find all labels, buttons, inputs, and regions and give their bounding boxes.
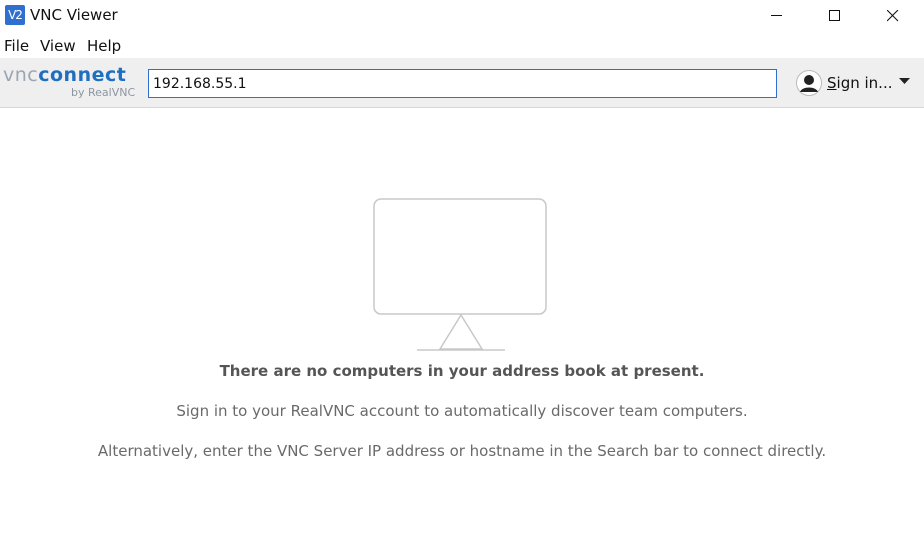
minimize-icon — [771, 15, 782, 16]
maximize-button[interactable] — [812, 0, 858, 32]
logo-connect-text: connect — [38, 64, 127, 86]
sign-in-label: Sign in... — [827, 74, 893, 92]
empty-state-search-hint: Alternatively, enter the VNC Server IP a… — [97, 442, 827, 460]
toolbar: vncconnect by RealVNC Sign in... — [0, 58, 924, 108]
menu-bar: File View Help — [0, 34, 924, 58]
maximize-icon — [829, 10, 840, 21]
close-icon — [887, 10, 899, 22]
window-title: VNC Viewer — [30, 6, 118, 24]
title-bar: V2 VNC Viewer — [0, 0, 924, 32]
minimize-button[interactable] — [754, 0, 800, 32]
menu-file[interactable]: File — [4, 37, 29, 55]
logo-byline: by RealVNC — [71, 86, 136, 99]
vnc-connect-logo: vncconnect by RealVNC — [3, 64, 137, 104]
search-input[interactable] — [148, 69, 777, 98]
menu-help[interactable]: Help — [87, 37, 121, 55]
empty-state-signin-hint: Sign in to your RealVNC account to autom… — [176, 402, 748, 420]
address-book-area: There are no computers in your address b… — [0, 109, 924, 548]
close-button[interactable] — [870, 0, 916, 32]
empty-state-title: There are no computers in your address b… — [219, 362, 705, 380]
user-avatar-icon — [796, 70, 822, 96]
sign-in-button[interactable]: Sign in... — [796, 70, 920, 96]
vnc-app-icon: V2 — [5, 5, 25, 25]
chevron-down-icon[interactable] — [899, 78, 910, 86]
logo-vnc-text: vnc — [3, 64, 39, 86]
monitor-icon — [373, 198, 547, 351]
menu-view[interactable]: View — [40, 37, 76, 55]
